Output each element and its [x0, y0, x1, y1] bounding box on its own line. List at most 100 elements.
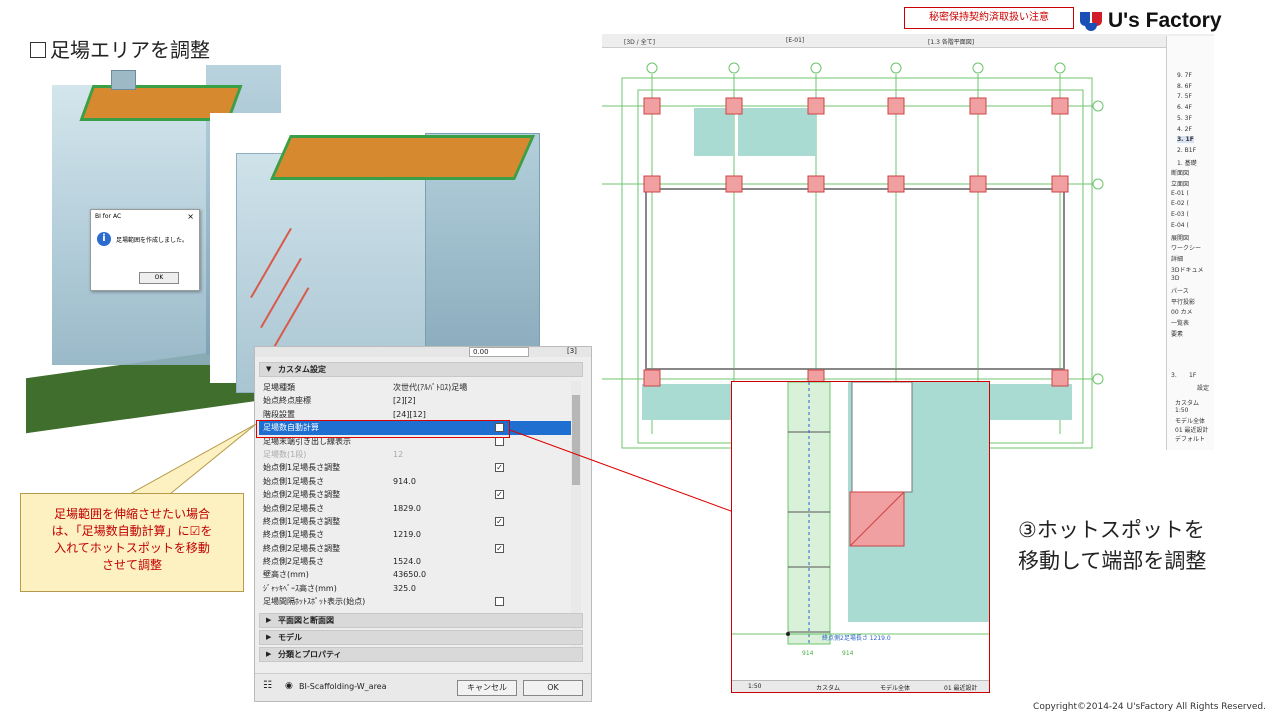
row-checkbox[interactable] [495, 597, 504, 607]
row-value[interactable]: 1219.0 [393, 528, 421, 541]
model-label[interactable]: モデル全体 [880, 683, 910, 692]
navigator-bottom-item[interactable]: 1:50 [1175, 407, 1188, 414]
navigator-item[interactable]: 展開図 [1171, 233, 1189, 242]
navigator-info-floor[interactable]: 3. [1171, 372, 1177, 379]
note-callout: 足場範囲を伸縮させたい場合 は、「足場数自動計算」に☑を 入れてホットスポットを… [20, 493, 244, 592]
tab-floor-plan[interactable]: [1.3 各階平面図] [928, 37, 974, 46]
navigator-item[interactable]: 詳細 [1171, 254, 1183, 263]
note-line: 足場範囲を伸縮させたい場合 [53, 507, 210, 521]
cancel-button[interactable]: キャンセル [457, 680, 517, 696]
navigator-item[interactable]: E-02 ( [1171, 200, 1189, 207]
navigator-item[interactable]: 4. 2F [1177, 126, 1192, 133]
row-value[interactable]: 次世代(ｱﾙﾊﾞﾄﾛｽ)足場 [393, 381, 467, 394]
zoom-status-bar: 1:50 カスタム モデル全体 01 最近設計 [732, 680, 989, 692]
row-label: 終点側1足場長さ調整 [263, 516, 341, 526]
row-value[interactable]: 914.0 [393, 475, 416, 488]
row-value[interactable]: 43650.0 [393, 568, 426, 581]
tab-elevation[interactable]: [E-01] [786, 37, 804, 44]
panel-footer: ☷ ◉ BI-Scaffolding-W_area キャンセル OK [255, 673, 591, 701]
navigator-item[interactable]: 3Dドキュメ [1171, 265, 1203, 274]
view-tabs: [3D / 全て] [E-01] [1.3 各階平面図] [602, 34, 1214, 48]
ok-button[interactable]: OK [523, 680, 583, 696]
settings-row[interactable]: 足場間隔ﾎｯﾄｽﾎﾟｯﾄ表示(始点) [259, 595, 571, 608]
section-classification[interactable]: ▶ 分類とプロパティ [259, 647, 583, 662]
navigator-item[interactable]: 3. 1F [1177, 136, 1194, 144]
hotspot-label: 終点側2足場長さ 1219.0 [822, 635, 891, 642]
connector-arrow [509, 429, 751, 520]
zoom-detail-view[interactable]: 終点側2足場長さ 1219.0 914 914 1:50 カスタム モデル全体 … [731, 381, 990, 693]
design-label[interactable]: 01 最近設計 [944, 683, 978, 692]
row-checkbox[interactable]: ✓ [495, 543, 504, 553]
row-value[interactable]: 325.0 [393, 582, 416, 595]
section-plan-section[interactable]: ▶ 平面図と断面図 [259, 613, 583, 628]
navigator-item[interactable]: パース [1171, 286, 1189, 295]
navigator-item[interactable]: 1. 基礎 [1177, 158, 1197, 167]
navigator-bottom-item[interactable]: カスタム [1175, 398, 1199, 407]
settings-row[interactable]: 終点側2足場長さ調整 ✓ [259, 542, 571, 555]
navigator-bottom-item[interactable]: 01 最近設計 [1175, 425, 1209, 434]
navigator-item[interactable]: 要素 [1171, 329, 1183, 338]
navigator-item[interactable]: E-03 ( [1171, 211, 1189, 218]
row-checkbox[interactable]: ✓ [495, 516, 504, 526]
info-icon: i [97, 232, 111, 246]
chevron-right-icon: ▶ [266, 650, 272, 658]
row-label: 始点側2足場長さ調整 [263, 490, 341, 500]
dialog-ok-button[interactable]: OK [139, 272, 179, 284]
navigator-item[interactable]: E-01 ( [1171, 190, 1189, 197]
page-title: 足場エリアを調整 [30, 34, 210, 63]
row-checkbox[interactable]: ✓ [495, 463, 504, 473]
navigator-item[interactable]: E-04 ( [1171, 222, 1189, 229]
settings-row[interactable]: 足場種類 次世代(ｱﾙﾊﾞﾄﾛｽ)足場 [259, 381, 571, 394]
row-value[interactable]: 1829.0 [393, 502, 421, 515]
settings-panel: 0.00 [3] ▼ カスタム設定 足場種類 次世代(ｱﾙﾊﾞﾄﾛｽ)足場 始点終点座… [254, 346, 592, 702]
row-label: 壁高さ(mm) [263, 570, 309, 580]
top-right-indicator: [3] [567, 347, 577, 355]
row-value[interactable]: [2][2] [393, 394, 416, 407]
navigator-item[interactable]: 3D [1171, 275, 1179, 282]
note-line: 入れてホットスポットを移動 [54, 541, 210, 555]
navigator-item[interactable]: 5. 3F [1177, 115, 1192, 122]
section-custom-settings[interactable]: ▼ カスタム設定 [259, 362, 583, 377]
navigator-item[interactable]: 6. 4F [1177, 104, 1192, 111]
navigator-bottom-item[interactable]: モデル全体 [1175, 416, 1205, 425]
settings-row[interactable]: 壁高さ(mm) 43650.0 [259, 568, 571, 581]
settings-row[interactable]: 終点側1足場長さ 1219.0 [259, 528, 571, 541]
row-checkbox[interactable]: ✓ [495, 490, 504, 500]
dimension-label: 914 [842, 650, 854, 657]
navigator-item[interactable]: 平行投影 [1171, 297, 1195, 306]
caption-line: ③ホットスポットを [1018, 518, 1205, 542]
dialog-title: BI for AC [95, 213, 122, 220]
row-value[interactable]: 12 [393, 448, 403, 461]
navigator-item[interactable]: 立面図 [1171, 179, 1189, 188]
row-value[interactable]: 1524.0 [393, 555, 421, 568]
scale-label[interactable]: 1:50 [748, 683, 761, 690]
settings-row[interactable]: ｼﾞｬｯｷﾍﾞｰｽ高さ(mm) 325.0 [259, 582, 571, 595]
row-label: 足場間隔ﾎｯﾄｽﾎﾟｯﾄ表示(始点) [263, 597, 366, 607]
navigator-info-value[interactable]: 1F [1189, 372, 1196, 379]
row-label: 始点終点座標 [263, 396, 311, 406]
navigator-item[interactable]: ワークシー [1171, 243, 1201, 252]
navigator-settings-button[interactable]: 設定 [1197, 383, 1209, 392]
top-value-field[interactable]: 0.00 [469, 347, 529, 357]
settings-row[interactable]: 始点終点座標 [2][2] [259, 394, 571, 407]
navigator-item[interactable]: 一覧表 [1171, 318, 1189, 327]
section-model[interactable]: ▶ モデル [259, 630, 583, 645]
navigator-item[interactable]: 8. 6F [1177, 83, 1192, 90]
navigator-item[interactable]: 00 カメ [1171, 307, 1193, 316]
settings-row[interactable]: 終点側2足場長さ 1524.0 [259, 555, 571, 568]
custom-label[interactable]: カスタム [816, 683, 840, 692]
eye-icon[interactable]: ◉ [285, 681, 293, 691]
navigator-item[interactable]: 7. 5F [1177, 93, 1192, 100]
close-icon[interactable]: × [187, 212, 194, 221]
favorite-name[interactable]: BI-Scaffolding-W_area [299, 682, 387, 691]
favorites-icon[interactable]: ☷ [263, 680, 272, 691]
tab-3d[interactable]: [3D / 全て] [624, 37, 655, 46]
row-label: 階段設置 [263, 409, 295, 419]
row-value[interactable]: [24][12] [393, 408, 426, 421]
navigator-item[interactable]: 9. 7F [1177, 72, 1192, 79]
navigator-item[interactable]: 2. B1F [1177, 147, 1196, 154]
navigator-item[interactable]: 断面図 [1171, 168, 1189, 177]
caption-line: 移動して端部を調整 [1018, 549, 1207, 573]
navigator-bottom-item[interactable]: デフォルト [1175, 434, 1205, 443]
chevron-down-icon: ▼ [266, 365, 272, 373]
